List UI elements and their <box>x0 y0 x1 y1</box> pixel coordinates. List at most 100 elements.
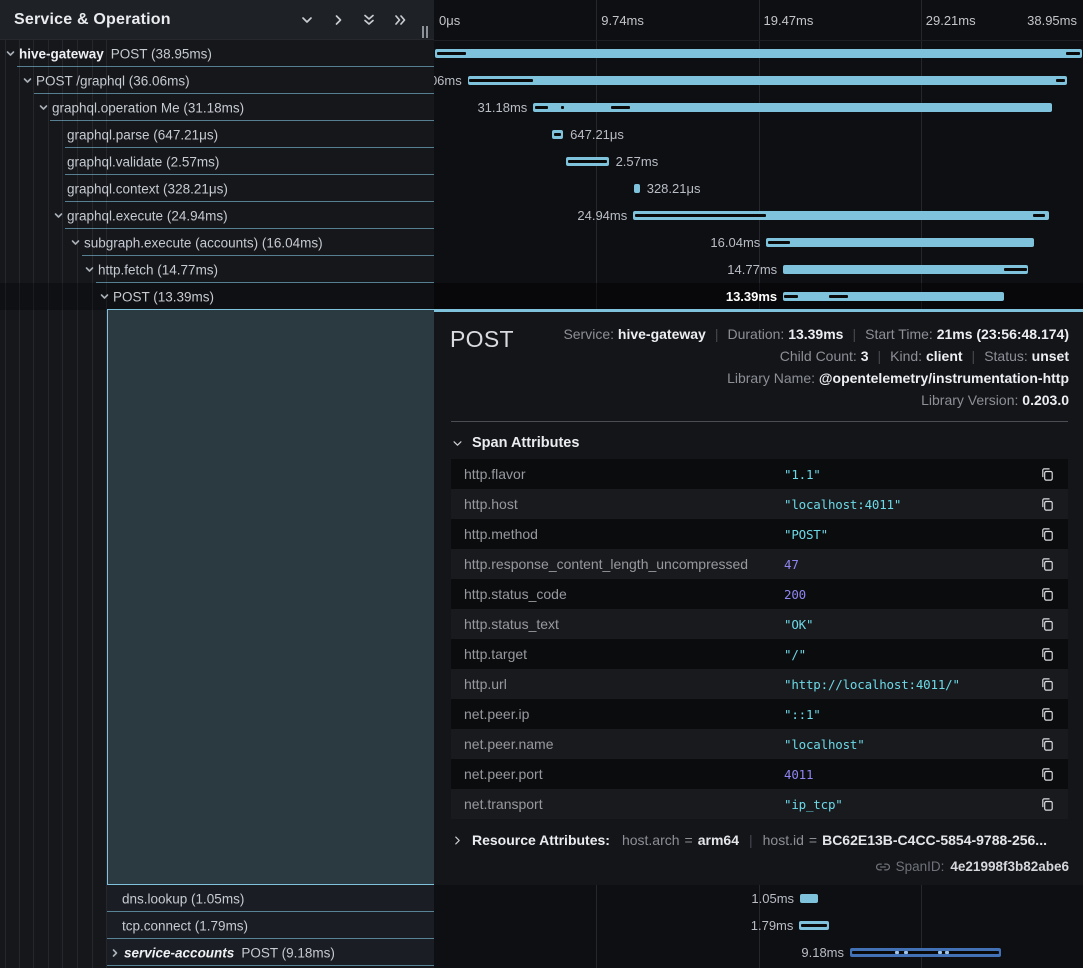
copy-button[interactable] <box>1040 587 1055 602</box>
copy-button[interactable] <box>1040 767 1055 782</box>
child-span-marker <box>554 133 561 136</box>
expand-one-button[interactable] <box>330 12 346 28</box>
chevron-down-icon[interactable] <box>70 237 81 248</box>
span-bar[interactable] <box>468 76 1068 85</box>
timeline-row[interactable]: 16.04ms <box>434 229 1083 256</box>
attribute-value: "http://localhost:4011/" <box>784 677 1040 692</box>
copy-icon <box>1040 557 1055 572</box>
service-name: hive-gateway <box>19 46 104 61</box>
span-bar[interactable] <box>783 292 1004 301</box>
meta-label: Service: <box>563 326 617 342</box>
child-span-dot <box>945 951 949 954</box>
timeline-row[interactable]: 647.21μs <box>434 121 1083 148</box>
timeline-row[interactable]: 13.39ms <box>434 283 1083 310</box>
attribute-value: "POST" <box>784 527 1040 542</box>
copy-button[interactable] <box>1040 557 1055 572</box>
timeline-row[interactable]: 36.06ms <box>434 67 1083 94</box>
collapse-one-button[interactable] <box>299 12 315 28</box>
meta-value: 13.39ms <box>788 326 843 342</box>
panel-resize-handle[interactable] <box>422 26 431 38</box>
copy-icon <box>1040 797 1055 812</box>
tree-row[interactable]: tcp.connect (1.79ms) <box>0 912 434 939</box>
span-bar[interactable] <box>783 265 1028 274</box>
span-name-label: tcp.connect (1.79ms) <box>122 918 248 933</box>
span-duration-label: 13.39ms <box>726 283 777 310</box>
attribute-value: 200 <box>784 587 1040 602</box>
chevron-down-icon[interactable] <box>99 291 110 302</box>
timeline-row[interactable]: 328.21μs <box>434 175 1083 202</box>
meta-label: Start Time: <box>865 326 937 342</box>
child-span-marker <box>568 160 607 163</box>
child-span-dot <box>895 951 899 954</box>
tree-row[interactable]: dns.lookup (1.05ms) <box>0 885 434 912</box>
chevron-right-icon[interactable] <box>110 947 121 958</box>
attribute-key: net.peer.name <box>464 736 784 752</box>
chevron-down-icon[interactable] <box>53 210 64 221</box>
span-duration-label: 2.57ms <box>616 148 659 175</box>
tree-row[interactable]: graphql.validate (2.57ms) <box>0 148 434 175</box>
attribute-row: http.status_text"OK" <box>451 609 1068 639</box>
meta-label: Library Version: <box>921 392 1022 408</box>
copy-button[interactable] <box>1040 707 1055 722</box>
span-bar[interactable] <box>766 238 1033 247</box>
span-bar[interactable] <box>634 184 640 193</box>
copy-button[interactable] <box>1040 497 1055 512</box>
service-name: service-accounts <box>124 945 234 960</box>
meta-separator: | <box>963 348 985 364</box>
copy-button[interactable] <box>1040 677 1055 692</box>
double-chevron-right-icon <box>392 12 408 28</box>
child-span-marker <box>801 924 827 927</box>
attribute-key: http.url <box>464 676 784 692</box>
timeline-row[interactable]: 31.18ms <box>434 94 1083 121</box>
tree-row[interactable]: subgraph.execute (accounts) (16.04ms) <box>0 229 434 256</box>
tree-row[interactable]: graphql.execute (24.94ms) <box>0 202 434 229</box>
timeline-row[interactable]: 24.94ms <box>434 202 1083 229</box>
attribute-row: http.target"/" <box>451 639 1068 669</box>
meta-value: 0.203.0 <box>1022 392 1069 408</box>
chevron-down-icon[interactable] <box>22 75 33 86</box>
timeline-row[interactable]: 1.79ms <box>434 912 1083 939</box>
attribute-key: http.response_content_length_uncompresse… <box>464 556 784 572</box>
timeline-row[interactable]: 1.05ms <box>434 885 1083 912</box>
tree-row[interactable]: graphql.operation Me (31.18ms) <box>0 94 434 121</box>
span-bar[interactable] <box>435 49 1081 58</box>
expand-all-button[interactable] <box>392 12 408 28</box>
collapse-all-button[interactable] <box>361 12 377 28</box>
meta-value: @opentelemetry/instrumentation-http <box>819 370 1069 386</box>
attribute-value: "localhost:4011" <box>784 497 1040 512</box>
tree-row[interactable]: POST (13.39ms) <box>0 283 434 310</box>
attribute-value: 47 <box>784 557 1040 572</box>
tree-row[interactable]: graphql.parse (647.21μs) <box>0 121 434 148</box>
tree-row[interactable]: service-accountsPOST (9.18ms) <box>0 939 434 966</box>
copy-button[interactable] <box>1040 467 1055 482</box>
resource-key: host.id <box>763 832 804 848</box>
timeline-row[interactable]: 9.18ms <box>434 939 1083 966</box>
child-span-marker <box>1056 79 1065 82</box>
chevron-down-icon[interactable] <box>84 264 95 275</box>
resource-attributes-row[interactable]: Resource Attributes: host.arch=arm64|hos… <box>452 832 1067 848</box>
tree-row[interactable]: POST /graphql (36.06ms) <box>0 67 434 94</box>
copy-button[interactable] <box>1040 737 1055 752</box>
copy-button[interactable] <box>1040 797 1055 812</box>
timeline-row[interactable]: 14.77ms <box>434 256 1083 283</box>
span-attributes-header[interactable]: Span Attributes <box>452 435 1069 451</box>
timeline-ruler: 0μs9.74ms19.47ms29.21ms38.95ms <box>434 0 1083 41</box>
tree-row[interactable]: graphql.context (328.21μs) <box>0 175 434 202</box>
row-separator <box>107 965 434 966</box>
copy-button[interactable] <box>1040 527 1055 542</box>
timeline-row[interactable]: 2.57ms <box>434 148 1083 175</box>
tree-row[interactable]: http.fetch (14.77ms) <box>0 256 434 283</box>
chevron-down-icon[interactable] <box>38 102 49 113</box>
span-tree-header: Service & Operation <box>0 0 434 40</box>
timeline-row[interactable]: 38.95ms <box>434 40 1083 67</box>
span-duration-label: 1.05ms <box>751 885 794 912</box>
ruler-tick: 29.21ms <box>921 0 976 40</box>
child-span-marker <box>469 79 533 82</box>
span-detail-left-block[interactable] <box>107 309 434 885</box>
copy-button[interactable] <box>1040 647 1055 662</box>
span-bar[interactable] <box>800 894 818 903</box>
tree-row[interactable]: hive-gatewayPOST (38.95ms) <box>0 40 434 67</box>
chevron-down-icon <box>299 12 315 28</box>
copy-button[interactable] <box>1040 617 1055 632</box>
chevron-down-icon[interactable] <box>5 48 16 59</box>
